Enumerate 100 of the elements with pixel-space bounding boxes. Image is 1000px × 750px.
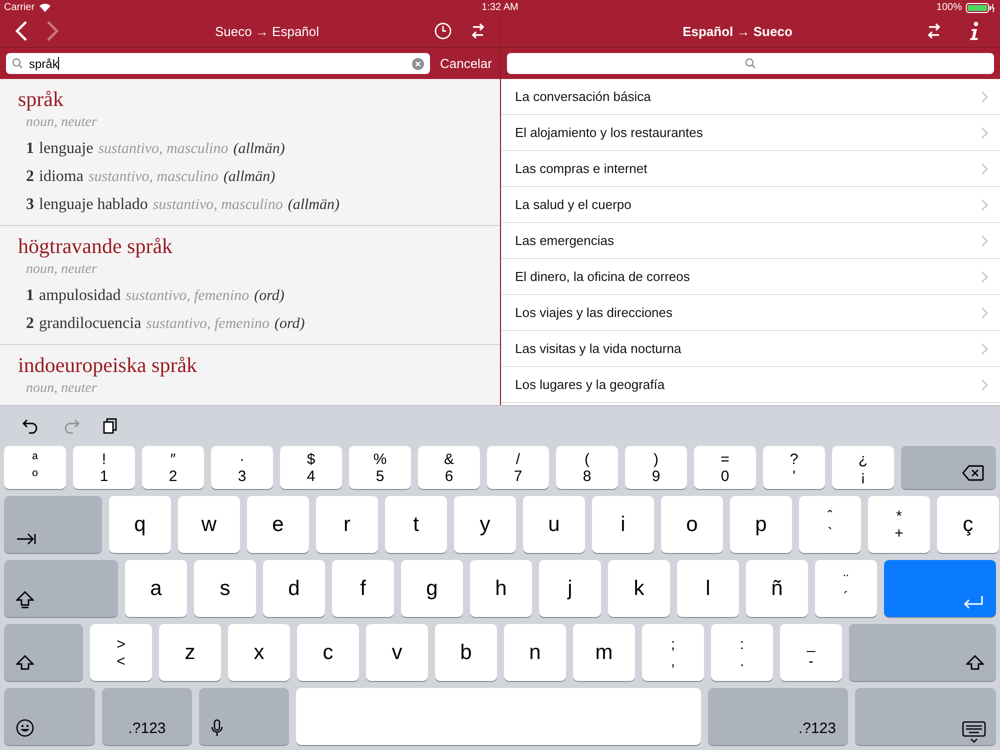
headword[interactable]: språk	[18, 85, 500, 113]
character-key[interactable]: $ 4	[280, 446, 342, 489]
letter-key[interactable]: a	[125, 560, 187, 617]
character-key[interactable]: ˆ `	[799, 496, 861, 553]
letter-key[interactable]: l	[677, 560, 739, 617]
character-key[interactable]: _ -	[780, 624, 842, 681]
shift-icon	[16, 591, 34, 609]
numbers-key[interactable]: .?123	[708, 688, 848, 745]
letter-key[interactable]: f	[332, 560, 394, 617]
letter-key[interactable]: u	[523, 496, 585, 553]
topic-item[interactable]: El alojamiento y los restaurantes	[501, 115, 1000, 151]
letter-key[interactable]: d	[263, 560, 325, 617]
shift-key[interactable]	[4, 624, 83, 681]
headword[interactable]: högtravande språk	[18, 232, 500, 260]
sense-number: 2	[26, 167, 34, 187]
character-key[interactable]: ″ 2	[142, 446, 204, 489]
topic-item[interactable]: La salud y el cuerpo	[501, 187, 1000, 223]
letter-key[interactable]: n	[504, 624, 566, 681]
grammar-label: sustantivo, masculino	[152, 196, 283, 215]
hide-keyboard-key[interactable]	[855, 688, 996, 745]
character-key[interactable]: ! 1	[73, 446, 135, 489]
grammar-label: sustantivo, femenino	[126, 287, 250, 306]
letter-key[interactable]: g	[401, 560, 463, 617]
emoji-key[interactable]	[4, 688, 95, 745]
grammar-label: noun, neuter	[25, 114, 98, 132]
register-label: (ord)	[274, 315, 305, 334]
letter-key[interactable]: m	[573, 624, 635, 681]
topic-item[interactable]: Los lugares y la geografía	[501, 367, 1000, 403]
letter-key[interactable]: j	[539, 560, 601, 617]
info-icon[interactable]	[968, 21, 980, 41]
clear-icon[interactable]	[412, 58, 424, 70]
letter-key[interactable]: e	[247, 496, 309, 553]
letter-key[interactable]: z	[159, 624, 221, 681]
letter-key[interactable]: r	[316, 496, 378, 553]
character-key[interactable]: ( 8	[556, 446, 618, 489]
clipboard-icon[interactable]	[102, 418, 118, 434]
character-key[interactable]: ) 9	[625, 446, 687, 489]
letter-key[interactable]: i	[592, 496, 654, 553]
character-key[interactable]: % 5	[349, 446, 411, 489]
letter-key[interactable]: ñ	[746, 560, 808, 617]
grammar-label: sustantivo, masculino	[98, 140, 228, 159]
sense-number: 2	[26, 314, 34, 334]
character-key[interactable]: ? '	[763, 446, 825, 489]
search-field[interactable]	[507, 53, 994, 74]
character-key[interactable]: : .	[711, 624, 773, 681]
smiley-icon	[16, 719, 34, 737]
grammar-label: sustantivo, femenino	[146, 315, 270, 334]
topic-item[interactable]: El dinero, la oficina de correos	[501, 259, 1000, 295]
chevron-icon	[981, 198, 988, 210]
topic-item[interactable]: Las emergencias	[501, 223, 1000, 259]
topic-item[interactable]: Las visitas y la vida nocturna	[501, 331, 1000, 367]
letter-key[interactable]: o	[661, 496, 723, 553]
chevron-icon	[981, 126, 988, 138]
character-key[interactable]: * +	[868, 496, 930, 553]
character-key[interactable]: · 3	[211, 446, 273, 489]
character-key[interactable]: = 0	[694, 446, 756, 489]
character-key[interactable]: ª º	[4, 446, 66, 489]
character-key[interactable]: ¿ ¡	[832, 446, 894, 489]
letter-key[interactable]: ç	[937, 496, 999, 553]
swap-icon[interactable]	[926, 23, 942, 39]
undo-icon[interactable]	[22, 418, 40, 434]
translation: lenguaje	[39, 139, 94, 159]
clock-icon[interactable]	[434, 22, 452, 40]
numbers-key[interactable]: .?123	[102, 688, 192, 745]
search-field[interactable]: språk	[6, 53, 430, 74]
character-key[interactable]: ; ,	[642, 624, 704, 681]
character-key[interactable]: ¨ ´	[815, 560, 877, 617]
letter-key[interactable]: b	[435, 624, 497, 681]
topic-item[interactable]: Las compras e internet	[501, 151, 1000, 187]
topic-item[interactable]: La conversación básica	[501, 79, 1000, 115]
grammar-label: noun, neuter	[25, 261, 98, 279]
cancel-button[interactable]: Cancelar	[438, 56, 494, 71]
character-key[interactable]: > <	[90, 624, 152, 681]
letter-key[interactable]: x	[228, 624, 290, 681]
topic-item[interactable]: Los viajes y las direcciones	[501, 295, 1000, 331]
letter-key[interactable]: c	[297, 624, 359, 681]
letter-key[interactable]: k	[608, 560, 670, 617]
letter-key[interactable]: h	[470, 560, 532, 617]
sense-number: 1	[26, 139, 34, 159]
headword[interactable]: indoeuropeiska språk	[18, 351, 500, 379]
register-label: (allmän)	[223, 168, 276, 187]
return-icon	[962, 595, 984, 609]
letter-key[interactable]: s	[194, 560, 256, 617]
letter-key[interactable]: t	[385, 496, 447, 553]
swap-icon[interactable]	[470, 23, 486, 39]
chevron-icon	[981, 270, 988, 282]
letter-key[interactable]: y	[454, 496, 516, 553]
microphone-icon	[211, 719, 223, 737]
letter-key[interactable]: v	[366, 624, 428, 681]
back-icon[interactable]	[14, 20, 28, 42]
letter-key[interactable]: w	[178, 496, 240, 553]
tab-arrow-icon	[16, 533, 36, 545]
backspace-key[interactable]	[901, 446, 996, 489]
character-key[interactable]: & 6	[418, 446, 480, 489]
clock-label: 1:32 AM	[480, 2, 520, 13]
character-key[interactable]: / 7	[487, 446, 549, 489]
sense-number: 3	[26, 195, 34, 215]
letter-key[interactable]: p	[730, 496, 792, 553]
letter-key[interactable]: q	[109, 496, 171, 553]
register-label: (allmän)	[288, 196, 340, 215]
